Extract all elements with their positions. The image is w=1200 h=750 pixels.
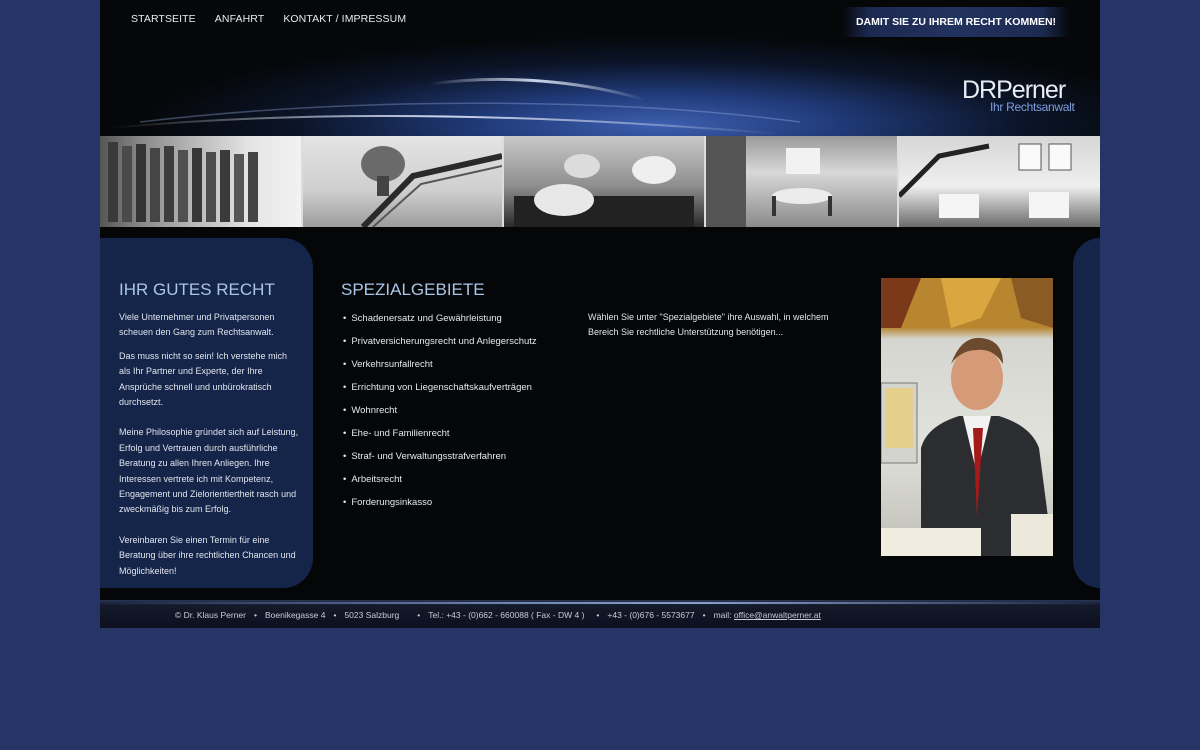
specialty-label: Forderungsinkasso <box>351 497 433 508</box>
meeting-room-image <box>706 136 832 227</box>
sidebar-paragraph: Meine Philosophie gründet sich auf Leist… <box>119 427 299 515</box>
bookshelf-image <box>108 142 258 222</box>
bullet: • <box>343 359 347 370</box>
footer-separator: • <box>702 610 706 620</box>
right-decoration-panel <box>1073 238 1100 588</box>
specialty-item[interactable]: • Ehe- und Familienrecht <box>343 427 537 450</box>
footer-separator: • <box>333 610 337 620</box>
portrait-image <box>881 278 1053 556</box>
sidebar-title: IHR GUTES RECHT <box>119 280 275 299</box>
lounge-image <box>514 154 694 227</box>
main-title: SPEZIALGEBIETE <box>341 280 485 299</box>
intro-text: Wählen Sie unter "Spezialgebiete" ihre A… <box>588 312 829 338</box>
footer-city: 5023 Salzburg <box>344 610 400 620</box>
staircase-image <box>360 146 502 227</box>
bullet: • <box>343 451 347 462</box>
sidebar-paragraph: Vereinbaren Sie einen Termin für eine Be… <box>119 534 296 576</box>
specialty-list: • Schadenersatz und Gewährleistung • Priva… <box>343 312 537 519</box>
footer-mobile: +43 - (0)676 - 5573677 <box>607 610 695 620</box>
bullet: • <box>343 428 347 439</box>
specialty-item[interactable]: • Wohnrecht <box>343 404 537 427</box>
bullet: • <box>343 474 347 485</box>
specialty-label: Straf- und Verwaltungsstrafverfahren <box>351 451 507 462</box>
footer-copyright: © Dr. Klaus Perner <box>175 610 246 620</box>
slogan-banner: DAMIT SIE ZU IHREM RECHT KOMMEN! <box>842 7 1070 37</box>
footer-separator: • <box>596 610 600 620</box>
specialty-label: Wohnrecht <box>351 405 398 416</box>
specialty-item[interactable]: • Schadenersatz und Gewährleistung <box>343 312 537 335</box>
sidebar-panel: IHR GUTES RECHT Viele Unternehmer und Pr… <box>100 238 313 588</box>
footer-separator: • <box>253 610 257 620</box>
logo-subtitle: Ihr Rechtsanwalt <box>990 100 1075 114</box>
logo[interactable]: DRPerner Ihr Rechtsanwalt <box>962 76 1082 116</box>
photo-hallway <box>899 136 1100 227</box>
footer-contact: © Dr. Klaus Perner • Boenikegasse 4 • 5023 S… <box>175 610 821 620</box>
hallway-image <box>899 143 1072 218</box>
photo-strip <box>100 136 1100 227</box>
nav-kontakt-impressum[interactable]: KONTAKT / IMPRESSUM <box>283 13 406 25</box>
specialty-label: Privatversicherungsrecht und Anlegerschu… <box>351 336 537 347</box>
specialty-label: Schadenersatz und Gewährleistung <box>351 313 502 324</box>
bullet: • <box>343 313 347 324</box>
bullet: • <box>343 382 347 393</box>
bullet: • <box>343 336 347 347</box>
specialty-label: Errichtung von Liegenschaftskaufverträge… <box>351 382 532 393</box>
nav-startseite[interactable]: STARTSEITE <box>131 13 196 25</box>
photo-bookshelf <box>100 136 303 227</box>
specialty-item[interactable]: • Forderungsinkasso <box>343 496 537 519</box>
specialty-item[interactable]: • Straf- und Verwaltungsstrafverfahren <box>343 450 537 473</box>
specialty-item[interactable]: • Verkehrsunfallrecht <box>343 358 537 381</box>
footer-mail-label: mail: <box>713 610 732 620</box>
specialty-label: Ehe- und Familienrecht <box>351 428 450 439</box>
lawyer-portrait <box>881 278 1053 556</box>
header: STARTSEITE ANFAHRT KONTAKT / IMPRESSUM D… <box>100 0 1100 136</box>
photo-lounge <box>504 136 706 227</box>
specialty-label: Arbeitsrecht <box>351 474 403 485</box>
sidebar-paragraph: Viele Unternehmer und Privatpersonen sch… <box>119 312 275 338</box>
bullet: • <box>343 497 347 508</box>
site-container: STARTSEITE ANFAHRT KONTAKT / IMPRESSUM D… <box>100 0 1100 628</box>
main-nav: STARTSEITE ANFAHRT KONTAKT / IMPRESSUM <box>131 13 425 25</box>
sidebar-text: Viele Unternehmer und Privatpersonen sch… <box>119 310 301 587</box>
photo-staircase <box>303 136 504 227</box>
footer-street: Boenikegasse 4 <box>264 610 326 620</box>
specialty-item[interactable]: • Errichtung von Liegenschaftskaufverträg… <box>343 381 537 404</box>
footer-email-link[interactable]: office@anwaltperner.at <box>734 610 821 620</box>
footer-separator: • <box>417 610 421 620</box>
bullet: • <box>343 405 347 416</box>
footer-divider <box>100 602 1100 604</box>
footer: © Dr. Klaus Perner • Boenikegasse 4 • 5023 S… <box>100 600 1100 628</box>
photo-meeting-room <box>706 136 899 227</box>
specialty-item[interactable]: • Arbeitsrecht <box>343 473 537 496</box>
specialty-item[interactable]: • Privatversicherungsrecht und Anlegersch… <box>343 335 537 358</box>
sidebar-paragraph: Das muss nicht so sein! Ich verstehe mic… <box>119 350 288 408</box>
footer-phone: Tel.: +43 - (0)662 - 660088 ( Fax - DW 4… <box>428 610 585 620</box>
nav-anfahrt[interactable]: ANFAHRT <box>215 13 265 25</box>
specialty-label: Verkehrsunfallrecht <box>351 359 433 370</box>
